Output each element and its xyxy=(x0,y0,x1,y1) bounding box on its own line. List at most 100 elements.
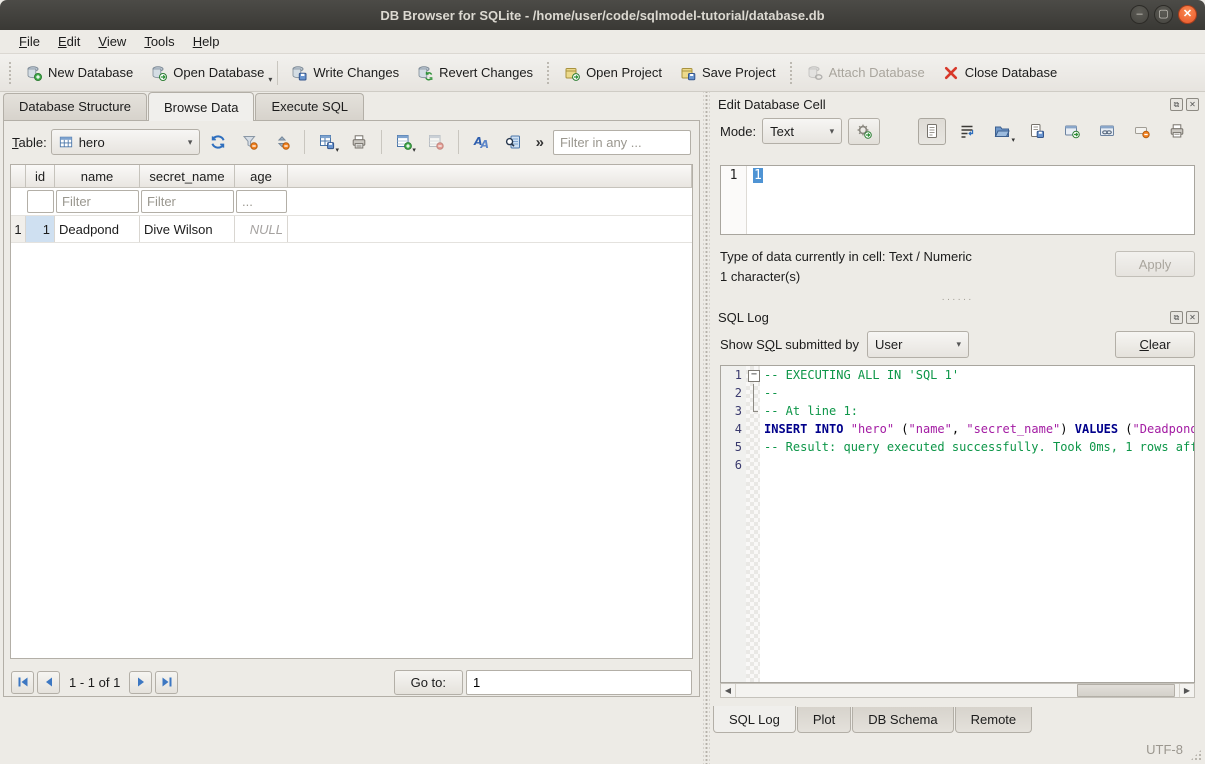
goto-button[interactable]: Go to: xyxy=(394,670,463,695)
tab-sql-log[interactable]: SQL Log xyxy=(713,706,796,733)
next-record-button[interactable] xyxy=(129,671,152,694)
toolbar-separator xyxy=(304,130,305,154)
menu-file[interactable]: File xyxy=(10,31,49,52)
word-wrap-button[interactable] xyxy=(953,118,981,145)
tab-plot[interactable]: Plot xyxy=(797,707,851,733)
tab-remote[interactable]: Remote xyxy=(955,707,1033,733)
write-changes-button[interactable]: Write Changes xyxy=(282,60,408,86)
tab-browse-data[interactable]: Browse Data xyxy=(148,92,254,121)
dock-close-button[interactable]: ✕ xyxy=(1186,311,1199,324)
tab-database-structure[interactable]: Database Structure xyxy=(3,93,147,120)
revert-changes-button[interactable]: Revert Changes xyxy=(408,60,542,86)
dock-float-button[interactable]: ⧉ xyxy=(1170,311,1183,324)
column-header-secret-name[interactable]: secret_name xyxy=(140,165,235,187)
open-project-button[interactable]: Open Project xyxy=(555,60,671,86)
insert-record-button[interactable]: ▾ xyxy=(390,129,418,155)
last-record-button[interactable] xyxy=(155,671,178,694)
dock-close-button[interactable]: ✕ xyxy=(1186,98,1199,111)
filter-input-age[interactable] xyxy=(236,190,287,213)
column-header-id[interactable]: id xyxy=(26,165,55,187)
import-data-button[interactable]: ▾ xyxy=(988,118,1016,145)
panel-splitter[interactable] xyxy=(703,92,710,764)
filter-any-column-input[interactable] xyxy=(553,130,691,155)
cell-name[interactable]: Deadpond xyxy=(55,216,140,242)
refresh-button[interactable] xyxy=(204,129,232,155)
auto-apply-button[interactable] xyxy=(848,118,880,145)
maximize-button[interactable]: ▢ xyxy=(1154,5,1173,24)
column-header-name[interactable]: name xyxy=(55,165,140,187)
browse-data-page: Table: hero ▾ ▾ xyxy=(3,120,700,697)
filter-input-secret-name[interactable] xyxy=(141,190,234,213)
edit-display-format-button[interactable]: AA xyxy=(467,129,495,155)
mode-select[interactable]: Text ▾ xyxy=(762,118,842,144)
export-data-button[interactable] xyxy=(1023,118,1051,145)
open-external-button[interactable] xyxy=(1058,118,1086,145)
database-attach-icon xyxy=(807,65,823,81)
sql-source-select[interactable]: User ▾ xyxy=(867,331,969,358)
log-horizontal-scrollbar[interactable]: ◀ ▶ xyxy=(720,683,1195,698)
cell-value-editor[interactable]: 1 1 xyxy=(720,165,1195,235)
window-controls: – ▢ ✕ xyxy=(1130,5,1197,24)
filter-input-name[interactable] xyxy=(56,190,139,213)
menu-help[interactable]: Help xyxy=(184,31,229,52)
titlebar[interactable]: DB Browser for SQLite - /home/user/code/… xyxy=(0,0,1205,30)
set-null-button[interactable] xyxy=(1128,118,1156,145)
dropdown-arrow-icon[interactable]: ▾ xyxy=(268,75,272,84)
cell-secret-name[interactable]: Dive Wilson xyxy=(140,216,235,242)
toolbar-drag-handle[interactable] xyxy=(8,61,13,85)
menu-edit[interactable]: Edit xyxy=(49,31,89,52)
menu-tools[interactable]: Tools xyxy=(135,31,183,52)
toolbar-drag-handle[interactable] xyxy=(546,61,551,85)
toolbar-drag-handle[interactable] xyxy=(789,61,794,85)
clear-sorting-button[interactable] xyxy=(268,129,296,155)
text-mode-button[interactable] xyxy=(918,118,946,145)
printer-icon xyxy=(351,134,367,150)
dock-float-button[interactable]: ⧉ xyxy=(1170,98,1183,111)
previous-record-button[interactable] xyxy=(37,671,60,694)
export-table-button[interactable]: ▾ xyxy=(313,129,341,155)
save-project-button[interactable]: Save Project xyxy=(671,60,785,86)
scroll-left-arrow[interactable]: ◀ xyxy=(721,684,736,697)
chevron-down-icon: ▾ xyxy=(188,137,193,148)
open-database-button[interactable]: Open Database ▾ xyxy=(142,60,273,86)
apply-button[interactable]: Apply xyxy=(1115,251,1195,277)
first-record-button[interactable] xyxy=(11,671,34,694)
table-select[interactable]: hero ▾ xyxy=(51,129,201,155)
goto-input[interactable] xyxy=(466,670,692,695)
filter-input-id[interactable] xyxy=(27,190,54,213)
print-table-button[interactable] xyxy=(345,129,373,155)
row-filler xyxy=(288,216,692,242)
resize-grip[interactable] xyxy=(1190,749,1202,761)
close-database-button[interactable]: Close Database xyxy=(934,60,1067,86)
column-header-age[interactable]: age xyxy=(235,165,288,187)
new-database-button[interactable]: New Database xyxy=(17,60,142,86)
attach-database-button[interactable]: Attach Database xyxy=(798,60,934,86)
print-cell-button[interactable] xyxy=(1163,118,1191,145)
row-header[interactable]: 1 xyxy=(11,216,26,242)
copy-link-button[interactable] xyxy=(1093,118,1121,145)
fold-marker[interactable] xyxy=(746,366,760,384)
clear-filters-button[interactable] xyxy=(236,129,264,155)
log-line: INSERT INTO "hero" ("name", "secret_name… xyxy=(760,420,1194,438)
database-new-icon xyxy=(26,65,42,81)
tab-execute-sql[interactable]: Execute SQL xyxy=(255,93,364,120)
tab-db-schema[interactable]: DB Schema xyxy=(852,707,953,733)
scrollbar-track[interactable] xyxy=(736,684,1179,697)
delete-record-button[interactable] xyxy=(422,129,450,155)
button-label: New Database xyxy=(48,65,133,80)
dropdown-arrow-icon: ▾ xyxy=(336,146,340,154)
scrollbar-thumb[interactable] xyxy=(1077,684,1174,697)
clear-log-button[interactable]: Clear xyxy=(1115,331,1195,358)
overflow-chevron-icon[interactable]: » xyxy=(531,134,549,151)
menu-view[interactable]: View xyxy=(89,31,135,52)
cell-age[interactable]: NULL xyxy=(235,216,288,242)
cell-id[interactable]: 1 xyxy=(26,216,55,242)
sql-log-editor[interactable]: 123456 -- EXECUTING ALL IN 'SQL 1'---- A… xyxy=(720,365,1195,683)
corner-header-cell[interactable] xyxy=(11,165,26,187)
table-label: Table: xyxy=(12,135,47,150)
dock-splitter[interactable]: ······ xyxy=(710,293,1205,305)
scroll-right-arrow[interactable]: ▶ xyxy=(1179,684,1194,697)
minimize-button[interactable]: – xyxy=(1130,5,1149,24)
find-in-table-button[interactable] xyxy=(499,129,527,155)
close-button[interactable]: ✕ xyxy=(1178,5,1197,24)
